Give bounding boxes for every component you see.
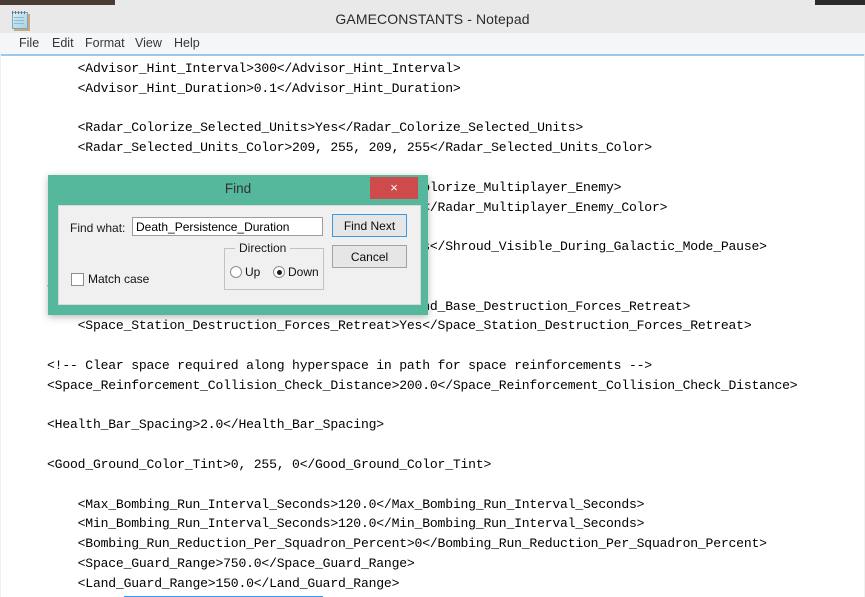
editor-line: <Advisor_Hint_Interval>300</Advisor_Hint… [47, 61, 461, 76]
editor-line: <Advisor_Hint_Duration>0.1</Advisor_Hint… [47, 80, 461, 96]
direction-group: Direction Up Down [224, 241, 324, 290]
match-case-label: Match case [88, 272, 150, 286]
find-dialog-titlebar[interactable]: Find × [48, 175, 428, 203]
find-what-input[interactable] [132, 217, 323, 236]
menu-item-help[interactable]: Help [167, 33, 207, 54]
radio-down-dot [273, 266, 285, 278]
editor-line: <Health_Bar_Spacing>2.0</Health_Bar_Spac… [47, 417, 384, 433]
editor-line: <Bombing_Run_Reduction_Per_Squadron_Perc… [47, 536, 767, 552]
find-next-button[interactable]: Find Next [332, 214, 407, 237]
match-case-checkbox[interactable]: Match case [71, 271, 149, 287]
radio-direction-up[interactable]: Up [230, 263, 260, 281]
menu-item-format[interactable]: Format [78, 33, 132, 54]
editor-line: <Good_Ground_Color_Tint>0, 255, 0</Good_… [47, 456, 492, 472]
text-content[interactable]: <Advisor_Hint_Interval>300</Advisor_Hint… [1, 59, 864, 597]
title-bar[interactable]: GAMECONSTANTS - Notepad [0, 5, 865, 34]
radio-down-label: Down [288, 265, 319, 279]
editor-line: <Max_Bombing_Run_Interval_Seconds>120.0<… [47, 496, 645, 512]
editor-line: <Land_Guard_Range>150.0</Land_Guard_Rang… [47, 575, 400, 591]
editor-line: <Radar_Selected_Units_Color>209, 255, 20… [47, 140, 653, 156]
editor-line: <Override_Death_Persistence_Duration>30.… [1, 594, 864, 597]
editor-line: <Space_Guard_Range>750.0</Space_Guard_Ra… [47, 555, 415, 571]
radio-up-dot [230, 266, 242, 278]
editor-line: <Radar_Colorize_Selected_Units>Yes</Rada… [47, 120, 584, 136]
find-what-label: Find what: [70, 221, 126, 235]
window-title: GAMECONSTANTS - Notepad [335, 11, 530, 27]
text-editor-area[interactable]: <Advisor_Hint_Interval>300</Advisor_Hint… [1, 54, 864, 597]
direction-legend: Direction [235, 241, 291, 255]
editor-line: <Space_Station_Destruction_Forces_Retrea… [47, 318, 752, 334]
radio-up-label: Up [245, 265, 261, 279]
editor-line: <Min_Bombing_Run_Interval_Seconds>120.0<… [47, 516, 645, 532]
menu-item-view[interactable]: View [128, 33, 169, 54]
find-dialog: Find × Find what: Find Next Cancel Direc… [48, 175, 428, 315]
cancel-button[interactable]: Cancel [332, 245, 407, 268]
close-icon[interactable]: × [370, 177, 418, 199]
menu-bar: File Edit Format View Help [0, 33, 865, 55]
find-dialog-body: Find what: Find Next Cancel Direction Up… [58, 205, 421, 305]
menu-item-edit[interactable]: Edit [45, 33, 81, 54]
notepad-window: GAMECONSTANTS - Notepad File Edit Format… [0, 5, 865, 597]
editor-line: <!-- Clear space required along hyperspa… [47, 357, 652, 373]
menu-item-file[interactable]: File [12, 33, 46, 54]
editor-line: <Space_Reinforcement_Collision_Check_Dis… [47, 377, 798, 393]
radio-direction-down[interactable]: Down [273, 263, 319, 281]
match-case-box [71, 272, 84, 286]
